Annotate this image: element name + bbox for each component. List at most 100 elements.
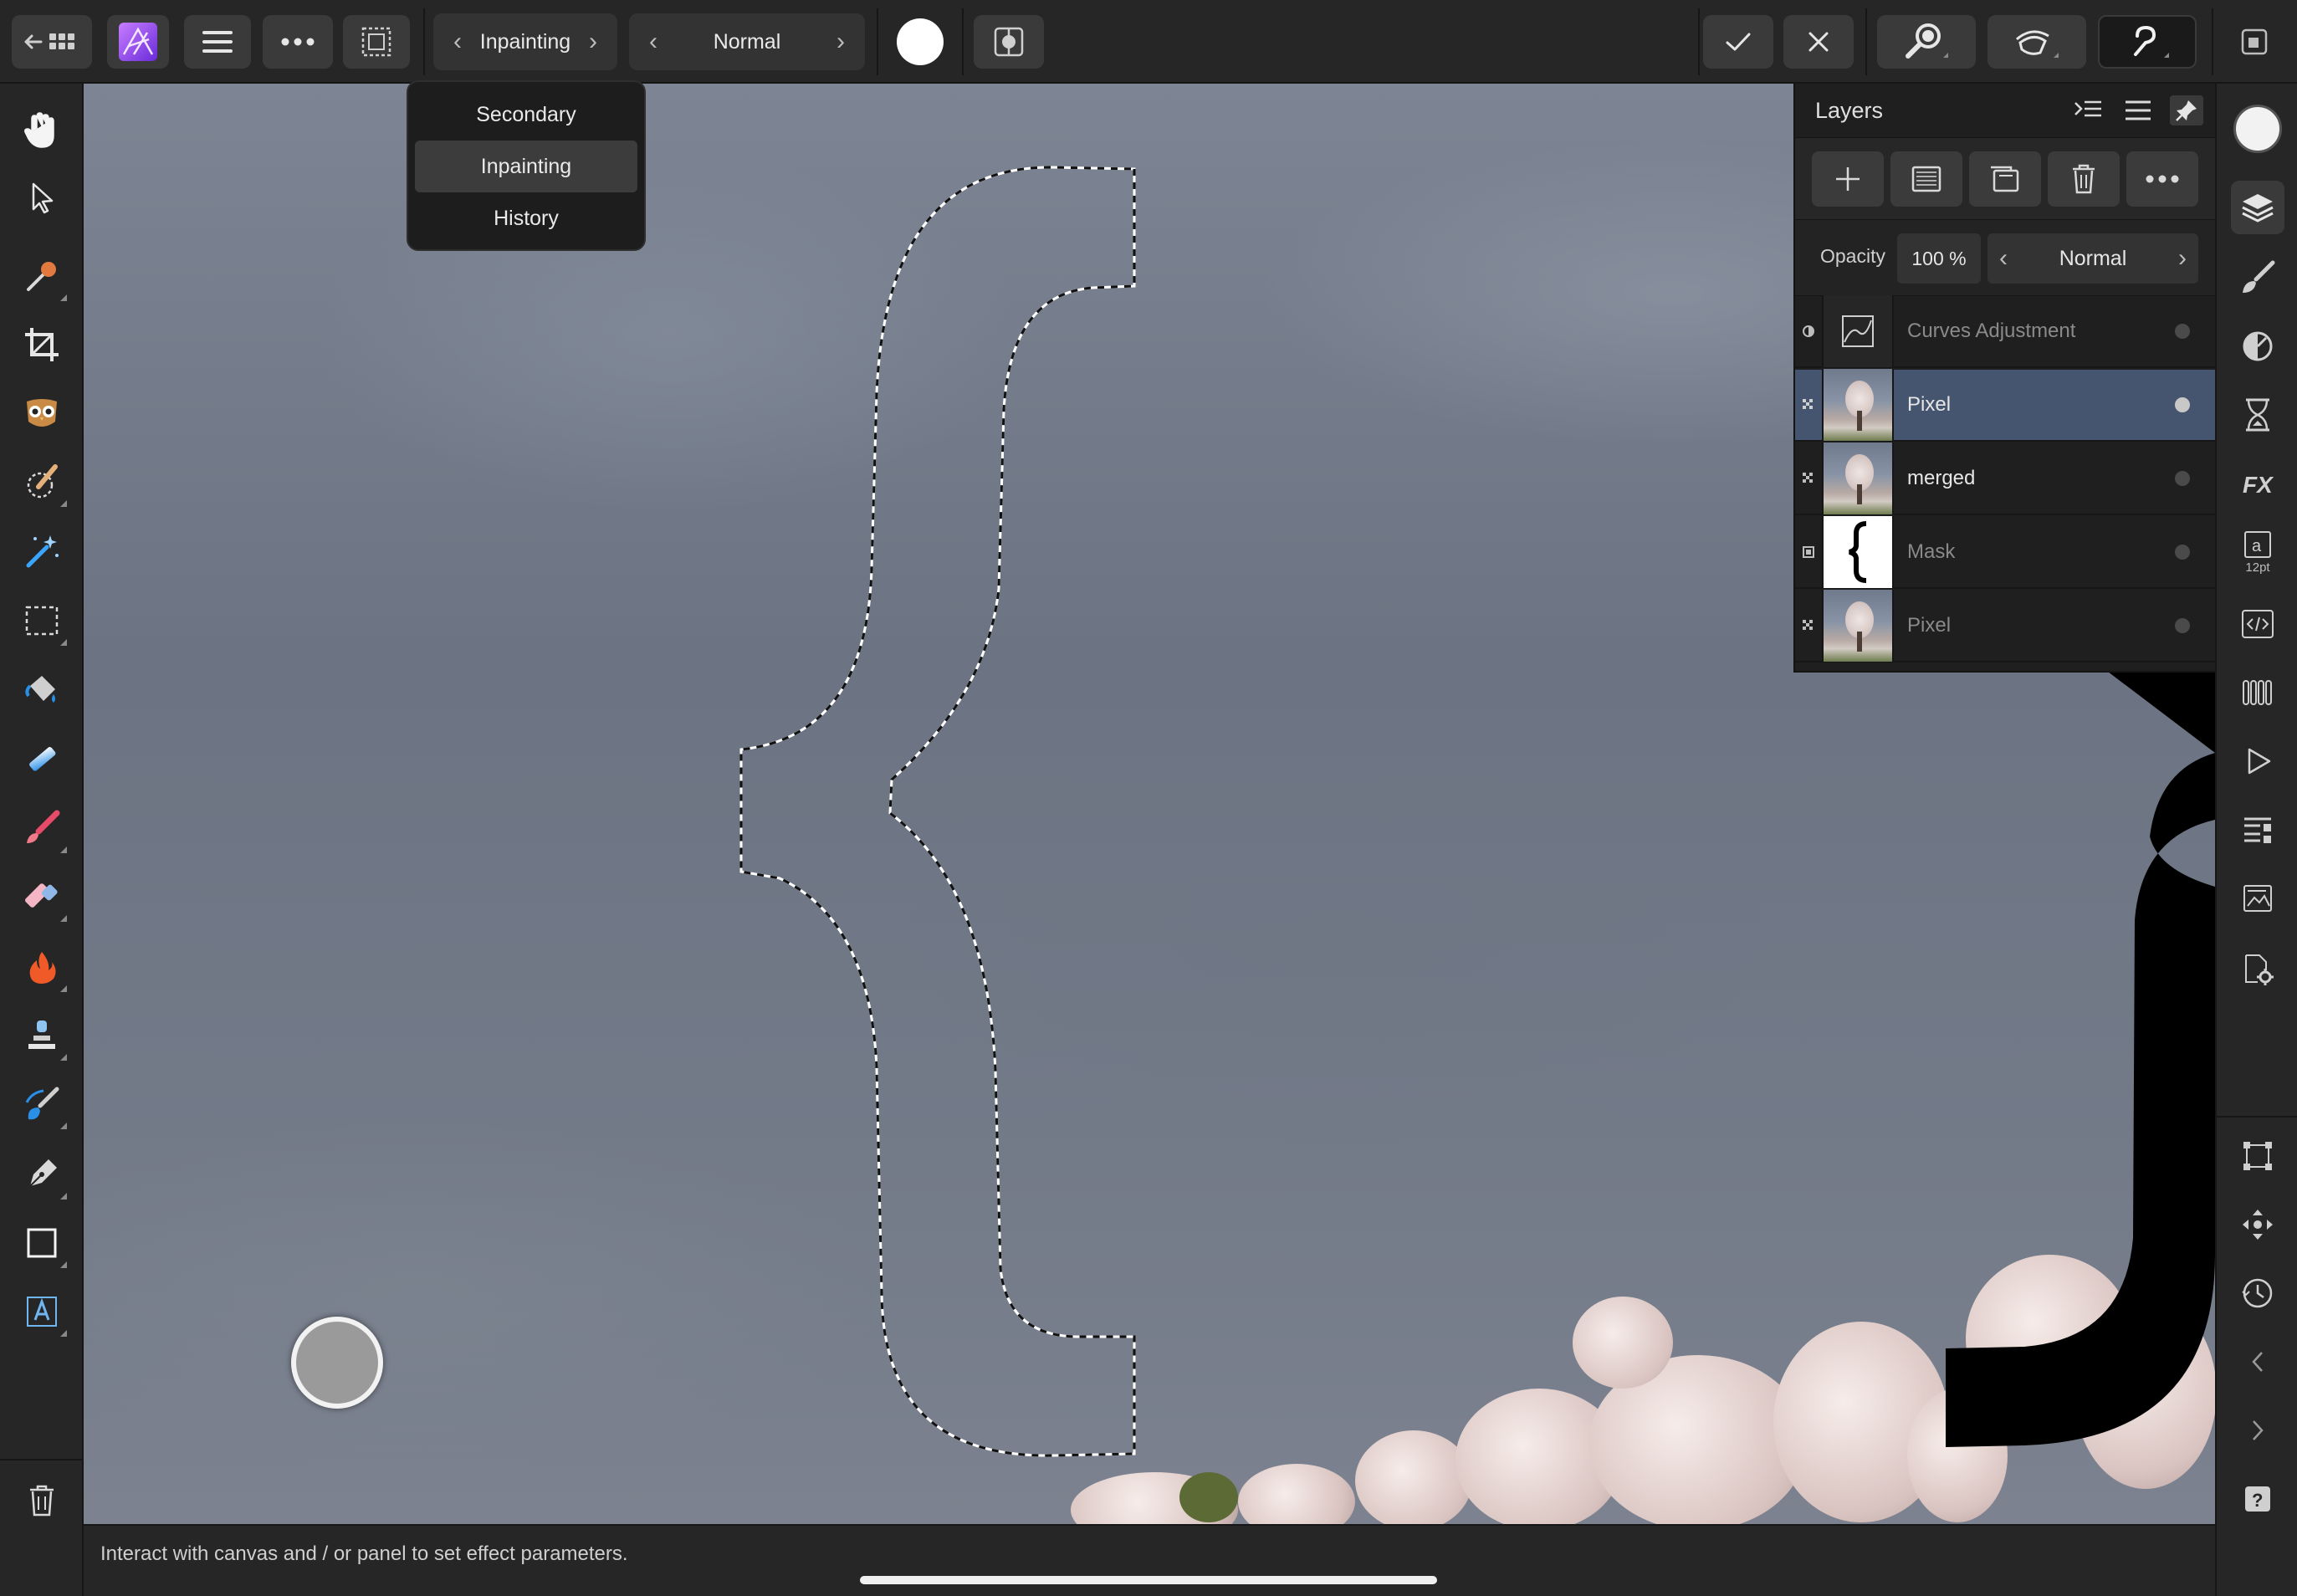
clone-brush-tool[interactable] [15, 1009, 69, 1062]
stock-studio-button[interactable] [2231, 872, 2284, 925]
layer-row[interactable]: merged [1795, 442, 2215, 515]
opacity-field[interactable]: 100 % [1897, 233, 1981, 284]
group-layers-button[interactable] [1969, 151, 2041, 207]
layer-row[interactable]: Mask [1795, 516, 2215, 589]
paint-brush-tool[interactable] [15, 801, 69, 855]
fullscreen-button[interactable] [2228, 15, 2280, 69]
delete-button[interactable] [15, 1474, 69, 1527]
text-size-label: 12pt [2245, 560, 2270, 575]
tools-panel [0, 84, 84, 1596]
brushes-studio-button[interactable] [2231, 251, 2284, 304]
hover-help-button[interactable] [2098, 15, 2197, 69]
effects-studio-button[interactable]: FX [2231, 457, 2284, 510]
layer-row[interactable]: Pixel [1795, 369, 2215, 442]
main-menu-button[interactable] [184, 15, 251, 69]
crop-tool[interactable] [15, 318, 69, 371]
status-message: Interact with canvas and / or panel to s… [100, 1542, 628, 1565]
layers-stack-icon [2242, 194, 2274, 223]
colour-studio-button[interactable] [2231, 102, 2284, 156]
text-studio-button[interactable]: a 12pt [2231, 525, 2284, 579]
chevron-left-icon[interactable]: ‹ [641, 28, 666, 56]
flood-fill-tool[interactable] [15, 662, 69, 716]
view-tool[interactable] [15, 104, 69, 157]
magnifier-icon [1906, 23, 1948, 59]
blend-mode-selector[interactable]: ‹ Normal › [629, 13, 865, 70]
adjustment-layer-icon [1795, 325, 1822, 338]
colour-swatch-icon [2233, 105, 2282, 153]
adjustments-studio-button[interactable] [2231, 320, 2284, 373]
image-stock-icon [2243, 885, 2272, 912]
menu-item-secondary[interactable]: Secondary [415, 89, 637, 141]
assistant-button[interactable] [1987, 15, 2086, 69]
menu-item-inpainting[interactable]: Inpainting [415, 141, 637, 192]
menu-item-history[interactable]: History [415, 192, 637, 244]
magic-wand-tool[interactable] [15, 524, 69, 577]
chevron-left-icon[interactable]: ‹ [1999, 244, 2008, 273]
gradient-tool[interactable] [15, 733, 69, 786]
layer-visibility-toggle[interactable] [2175, 618, 2190, 633]
apply-button[interactable] [1703, 15, 1773, 69]
compare-toggle-button[interactable] [974, 15, 1044, 69]
layers-studio-button[interactable] [2231, 181, 2284, 234]
chevron-right-icon[interactable]: › [2178, 244, 2187, 273]
persona-switcher-button[interactable] [107, 15, 169, 69]
cancel-button[interactable] [1783, 15, 1854, 69]
pen-tool[interactable] [15, 1148, 69, 1201]
document-gear-icon [2245, 954, 2274, 985]
rectangle-tool[interactable] [15, 1216, 69, 1270]
collapse-panel-button[interactable] [2071, 95, 2105, 125]
snapshots-studio-button[interactable] [2231, 1266, 2284, 1320]
transform-studio-button[interactable] [2231, 1129, 2284, 1183]
layer-options-button[interactable] [2126, 151, 2198, 207]
move-tool[interactable] [15, 171, 69, 224]
chevron-right-icon[interactable]: › [581, 28, 606, 56]
layer-visibility-toggle[interactable] [2175, 545, 2190, 560]
source-studio-button[interactable] [2231, 597, 2284, 651]
macro-studio-button[interactable] [2231, 734, 2284, 788]
color-picker-tool[interactable] [15, 249, 69, 303]
add-layer-button[interactable] [1812, 151, 1884, 207]
erase-brush-tool[interactable] [15, 870, 69, 923]
selection-mode-button[interactable] [343, 15, 410, 69]
selection-brush-tool[interactable] [15, 455, 69, 509]
channels-studio-button[interactable] [2231, 666, 2284, 719]
chevron-right-icon[interactable]: › [828, 28, 853, 56]
persona-mode-selector[interactable]: ‹ Inpainting › [433, 13, 617, 70]
layer-visibility-toggle[interactable] [2175, 324, 2190, 339]
layer-blend-mode-selector[interactable]: ‹ Normal › [1987, 233, 2198, 284]
layer-row[interactable]: Curves Adjustment [1795, 295, 2215, 368]
view-tool-button[interactable] [1877, 15, 1976, 69]
flood-select-tool[interactable] [15, 386, 69, 440]
chevron-left-icon[interactable]: ‹ [445, 28, 470, 56]
layer-thumbnail [1822, 442, 1894, 514]
top-toolbar: ‹ Inpainting › ‹ Normal › [0, 0, 2297, 84]
help-button[interactable]: ? [2231, 1472, 2284, 1526]
plus-icon [1836, 167, 1860, 191]
panel-menu-button[interactable] [2121, 95, 2155, 125]
marquee-tool[interactable] [15, 594, 69, 647]
collapse-studio-button[interactable] [2231, 1335, 2284, 1389]
layer-visibility-toggle[interactable] [2175, 397, 2190, 412]
color-swatch[interactable] [897, 18, 944, 65]
navigator-studio-button[interactable] [2231, 1198, 2284, 1251]
delete-layer-button[interactable] [2048, 151, 2120, 207]
inpainting-brush-tool[interactable] [15, 1077, 69, 1131]
back-to-documents-button[interactable] [12, 15, 92, 69]
styles-studio-button[interactable] [2231, 803, 2284, 857]
history-studio-button[interactable] [2231, 388, 2284, 442]
close-icon [1808, 32, 1829, 52]
more-options-button[interactable] [263, 15, 333, 69]
dodge-burn-tool[interactable] [15, 940, 69, 994]
brush-cursor[interactable] [291, 1317, 383, 1409]
add-mask-button[interactable] [1890, 151, 1962, 207]
layer-visibility-toggle[interactable] [2175, 471, 2190, 486]
document-settings-button[interactable] [2231, 942, 2284, 995]
transform-box-icon [2243, 1142, 2272, 1170]
eyedropper-icon [27, 262, 56, 291]
home-indicator[interactable] [860, 1576, 1437, 1584]
layer-row[interactable]: Pixel [1795, 590, 2215, 662]
pin-panel-button[interactable] [2170, 95, 2203, 125]
svg-text:?: ? [2252, 1490, 2263, 1511]
expand-studio-button[interactable] [2231, 1404, 2284, 1457]
artistic-text-tool[interactable] [15, 1285, 69, 1338]
